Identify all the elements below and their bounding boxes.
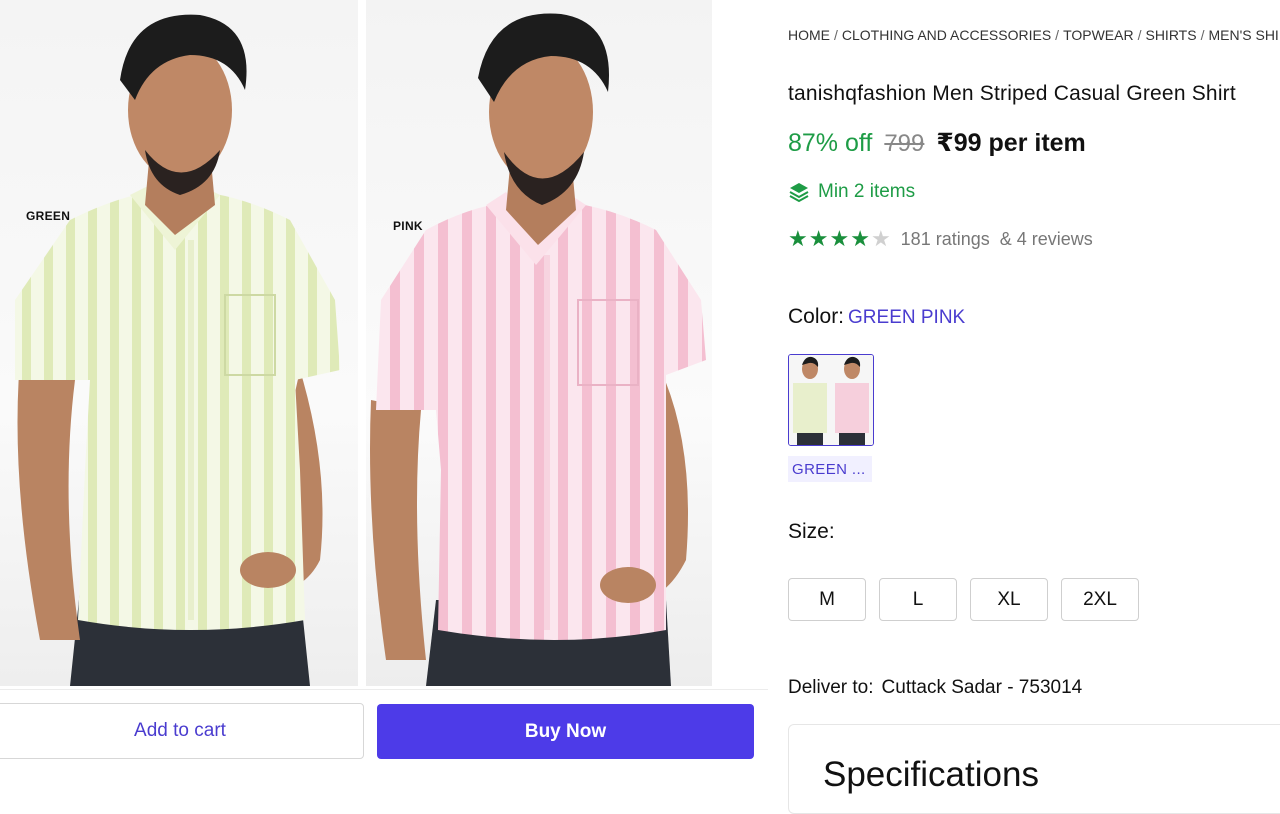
product-image-green-shirt[interactable]: GREEN xyxy=(0,0,358,686)
original-price: 799 xyxy=(884,130,925,157)
min-order-info: Min 2 items xyxy=(788,181,915,203)
purchase-action-bar: Add to cart Buy Now xyxy=(0,690,768,774)
reviews-count: & 4 reviews xyxy=(999,228,1093,249)
green-variant-label: GREEN xyxy=(26,209,71,223)
star-filled-icon: ★ xyxy=(829,226,850,251)
deliver-to-label: Deliver to: xyxy=(788,677,874,698)
swatch-thumbnail xyxy=(789,355,873,445)
specifications-card[interactable]: Specifications xyxy=(788,724,1280,814)
selling-price: ₹99 per item xyxy=(936,129,1086,157)
breadcrumb-topwear[interactable]: TOPWEAR xyxy=(1063,27,1134,43)
add-to-cart-button[interactable]: Add to cart xyxy=(0,703,364,759)
product-title: tanishqfashion Men Striped Casual Green … xyxy=(788,82,1236,105)
breadcrumb-separator: / xyxy=(1200,27,1205,43)
delivery-location[interactable]: Deliver to: Cuttack Sadar - 753014 xyxy=(788,677,1082,699)
color-selector-heading: Color: GREEN PINK xyxy=(788,305,965,329)
swatch-label: GREEN ... xyxy=(788,456,872,482)
rating-row[interactable]: ★ ★ ★ ★ ★ 181 ratings & 4 reviews xyxy=(788,228,1093,250)
breadcrumb-separator: / xyxy=(1055,27,1060,43)
size-option-2xl[interactable]: 2XL xyxy=(1061,578,1139,621)
breadcrumb-separator: / xyxy=(834,27,838,43)
color-swatch-green-pink[interactable] xyxy=(788,354,874,446)
price-row: 87% off 799 ₹99 per item xyxy=(788,128,1086,158)
star-filled-icon: ★ xyxy=(850,226,870,251)
selected-color-value: GREEN PINK xyxy=(848,307,966,328)
breadcrumb-home[interactable]: HOME xyxy=(788,27,830,43)
size-option-xl[interactable]: XL xyxy=(970,578,1048,621)
ratings-count: 181 ratings xyxy=(900,228,990,249)
breadcrumb-shirts[interactable]: SHIRTS xyxy=(1145,27,1196,43)
size-option-l[interactable]: L xyxy=(879,578,957,621)
discount-percent: 87% off xyxy=(788,129,873,157)
layers-icon xyxy=(789,183,809,203)
star-rating: ★ ★ ★ ★ ★ xyxy=(788,228,891,250)
delivery-address: Cuttack Sadar - 753014 xyxy=(881,677,1083,698)
color-label: Color: xyxy=(788,305,845,328)
breadcrumb: HOME / CLOTHING AND ACCESSORIES / TOPWEAR / SH… xyxy=(788,27,1280,43)
product-image-pink-shirt[interactable]: PINK xyxy=(366,0,712,686)
size-option-m[interactable]: M xyxy=(788,578,866,621)
breadcrumb-separator: / xyxy=(1137,27,1142,43)
green-shirt-model-illustration xyxy=(15,14,340,686)
pink-variant-label: PINK xyxy=(393,219,423,233)
star-filled-icon: ★ xyxy=(788,226,808,251)
star-filled-icon: ★ xyxy=(808,226,829,251)
star-empty-icon: ★ xyxy=(870,226,891,251)
breadcrumb-clothing[interactable]: CLOTHING AND ACCESSORIES xyxy=(842,27,1051,43)
specifications-heading: Specifications xyxy=(823,755,1039,794)
size-label: Size: xyxy=(788,520,835,543)
min-items-text: Min 2 items xyxy=(818,181,916,202)
pink-shirt-model-illustration xyxy=(370,13,706,686)
size-options: M L XL 2XL xyxy=(788,578,1139,621)
product-details-panel: HOME / CLOTHING AND ACCESSORIES / TOPWEAR / SH… xyxy=(788,0,1280,814)
product-image-gallery[interactable]: GREEN PINK xyxy=(0,0,768,690)
buy-now-button[interactable]: Buy Now xyxy=(377,704,754,759)
breadcrumb-mens-shirts[interactable]: MEN'S SHIRTS xyxy=(1208,27,1280,43)
